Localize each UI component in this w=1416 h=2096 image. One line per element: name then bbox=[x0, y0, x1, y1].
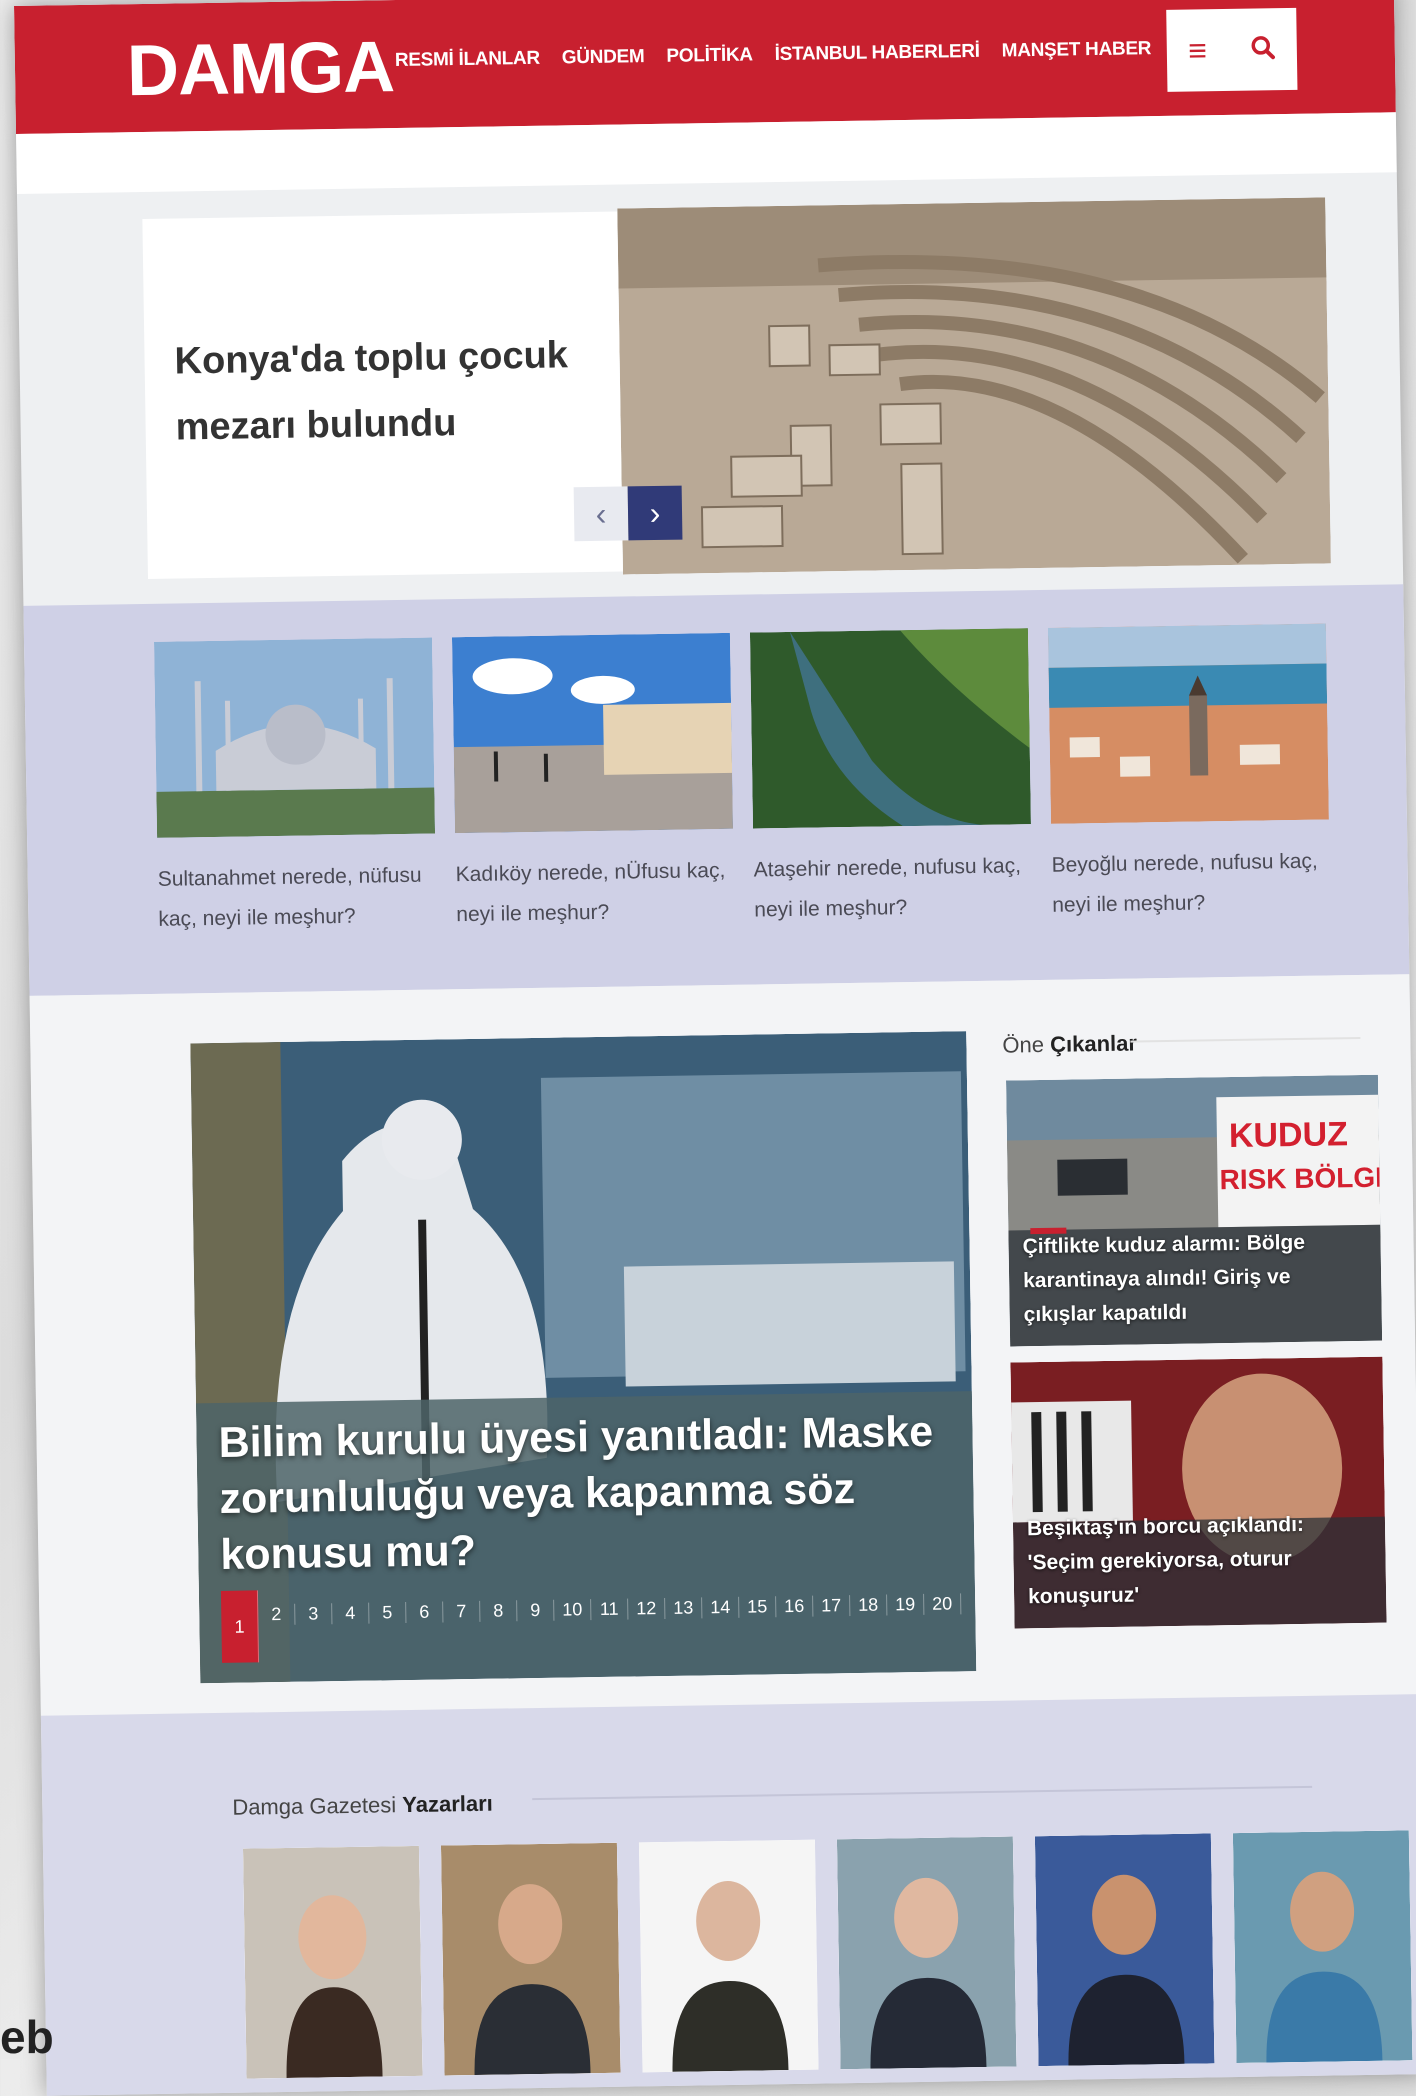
page-20[interactable]: 20 bbox=[924, 1592, 962, 1615]
author-avatar[interactable] bbox=[638, 1839, 819, 2073]
sign-text-line-1: KUDUZ bbox=[1229, 1115, 1349, 1155]
page-10[interactable]: 10 bbox=[554, 1598, 592, 1621]
main-story-headline[interactable]: Bilim kurulu üyesi yanıtladı: Maske zoru… bbox=[218, 1403, 961, 1583]
page-7[interactable]: 7 bbox=[443, 1600, 481, 1622]
page-19[interactable]: 19 bbox=[887, 1593, 925, 1615]
author-avatar[interactable] bbox=[440, 1842, 621, 2076]
author-avatar[interactable] bbox=[242, 1845, 423, 2079]
page-16[interactable]: 16 bbox=[776, 1595, 814, 1617]
site-logo[interactable]: DAMGA bbox=[126, 26, 394, 112]
page-15[interactable]: 15 bbox=[739, 1595, 777, 1618]
nav-politika[interactable]: POLİTİKA bbox=[666, 44, 753, 67]
webpage-screenshot: DAMGA RESMİ İLANLAR GÜNDEM POLİTİKA İSTA… bbox=[14, 0, 1416, 2096]
hamburger-icon[interactable]: ≡ bbox=[1188, 32, 1207, 69]
page-9[interactable]: 9 bbox=[517, 1599, 555, 1621]
district-strip: Sultanahmet nerede, nüfusu kaç, neyi ile… bbox=[23, 584, 1410, 996]
page-3[interactable]: 3 bbox=[295, 1602, 333, 1625]
page-18[interactable]: 18 bbox=[850, 1593, 888, 1616]
featured-caption[interactable]: Beşiktaş'ın borcu açıklandı: 'Seçim gere… bbox=[1027, 1507, 1369, 1614]
nav-gundem[interactable]: GÜNDEM bbox=[562, 46, 645, 69]
district-caption[interactable]: Kadıköy nerede, nÜfusu kaç, neyi ile meş… bbox=[455, 851, 734, 935]
author-avatar[interactable] bbox=[836, 1836, 1017, 2070]
district-card[interactable]: Ataşehir nerede, nufusu kaç, neyi ile me… bbox=[749, 628, 1033, 930]
page-6[interactable]: 6 bbox=[406, 1600, 444, 1623]
district-card[interactable]: Kadıköy nerede, nÜfusu kaç, neyi ile meş… bbox=[451, 632, 735, 935]
page-8[interactable]: 8 bbox=[480, 1599, 518, 1622]
district-card[interactable]: Beyoğlu nerede, nufusu kaç, neyi ile meş… bbox=[1047, 623, 1331, 925]
main-story-slider[interactable]: Bilim kurulu üyesi yanıtladı: Maske zoru… bbox=[190, 1031, 977, 1684]
district-caption[interactable]: Beyoğlu nerede, nufusu kaç, neyi ile meş… bbox=[1051, 841, 1330, 925]
city-photo[interactable] bbox=[1047, 623, 1329, 824]
nav-istanbul-haberleri[interactable]: İSTANBUL HABERLERİ bbox=[775, 41, 980, 66]
site-header: DAMGA RESMİ İLANLAR GÜNDEM POLİTİKA İSTA… bbox=[14, 0, 1396, 134]
seaside-photo[interactable] bbox=[451, 632, 734, 834]
hero-image[interactable] bbox=[617, 197, 1331, 575]
nav-manset-haber[interactable]: MANŞET HABER bbox=[1002, 38, 1152, 62]
page-4[interactable]: 4 bbox=[332, 1602, 370, 1624]
page-11[interactable]: 11 bbox=[591, 1598, 629, 1620]
author-avatar[interactable] bbox=[1034, 1833, 1215, 2067]
main-nav: RESMİ İLANLAR GÜNDEM POLİTİKA İSTANBUL H… bbox=[395, 38, 1152, 72]
page-17[interactable]: 17 bbox=[813, 1594, 851, 1617]
slider-next-button[interactable]: › bbox=[627, 485, 683, 541]
page-5[interactable]: 5 bbox=[369, 1601, 407, 1624]
district-caption[interactable]: Sultanahmet nerede, nüfusu kaç, neyi ile… bbox=[157, 855, 436, 939]
header-tools: ≡ bbox=[1166, 7, 1298, 92]
mosque-photo[interactable] bbox=[154, 637, 436, 838]
background-text: eb bbox=[0, 2011, 54, 2063]
slider-prev-button[interactable]: ‹ bbox=[573, 486, 629, 542]
authors-heading: Damga Gazetesi Yazarları bbox=[232, 1790, 493, 1820]
author-avatar[interactable] bbox=[1232, 1830, 1413, 2064]
featured-heading: Öne Çıkanlar bbox=[1002, 1030, 1138, 1058]
district-card[interactable]: Sultanahmet nerede, nüfusu kaç, neyi ile… bbox=[154, 637, 437, 940]
sign-text-line-2: RISK BÖLGESİ bbox=[1219, 1161, 1382, 1195]
page-13[interactable]: 13 bbox=[665, 1596, 703, 1619]
page-2[interactable]: 2 bbox=[258, 1603, 296, 1625]
featured-caption[interactable]: Çiftlikte kuduz alarmı: Bölge karantinay… bbox=[1022, 1225, 1364, 1332]
page-14[interactable]: 14 bbox=[702, 1596, 740, 1618]
lake-photo[interactable] bbox=[749, 628, 1031, 829]
featured-card[interactable]: Beşiktaş'ın borcu açıklandı: 'Seçim gere… bbox=[1010, 1356, 1387, 1629]
hero-text-panel: Konya'da toplu çocuk mezarı bulundu bbox=[142, 211, 623, 579]
search-icon[interactable] bbox=[1249, 31, 1276, 68]
hero-headline[interactable]: Konya'da toplu çocuk mezarı bulundu bbox=[174, 322, 576, 460]
district-caption[interactable]: Ataşehir nerede, nufusu kaç, neyi ile me… bbox=[753, 846, 1032, 930]
nav-resmi-ilanlar[interactable]: RESMİ İLANLAR bbox=[395, 48, 540, 72]
featured-card[interactable]: KUDUZ RISK BÖLGESİ Çiftlikte kuduz alarm… bbox=[1006, 1074, 1383, 1347]
page-12[interactable]: 12 bbox=[628, 1597, 666, 1620]
page-1[interactable]: 1 bbox=[220, 1590, 260, 1663]
